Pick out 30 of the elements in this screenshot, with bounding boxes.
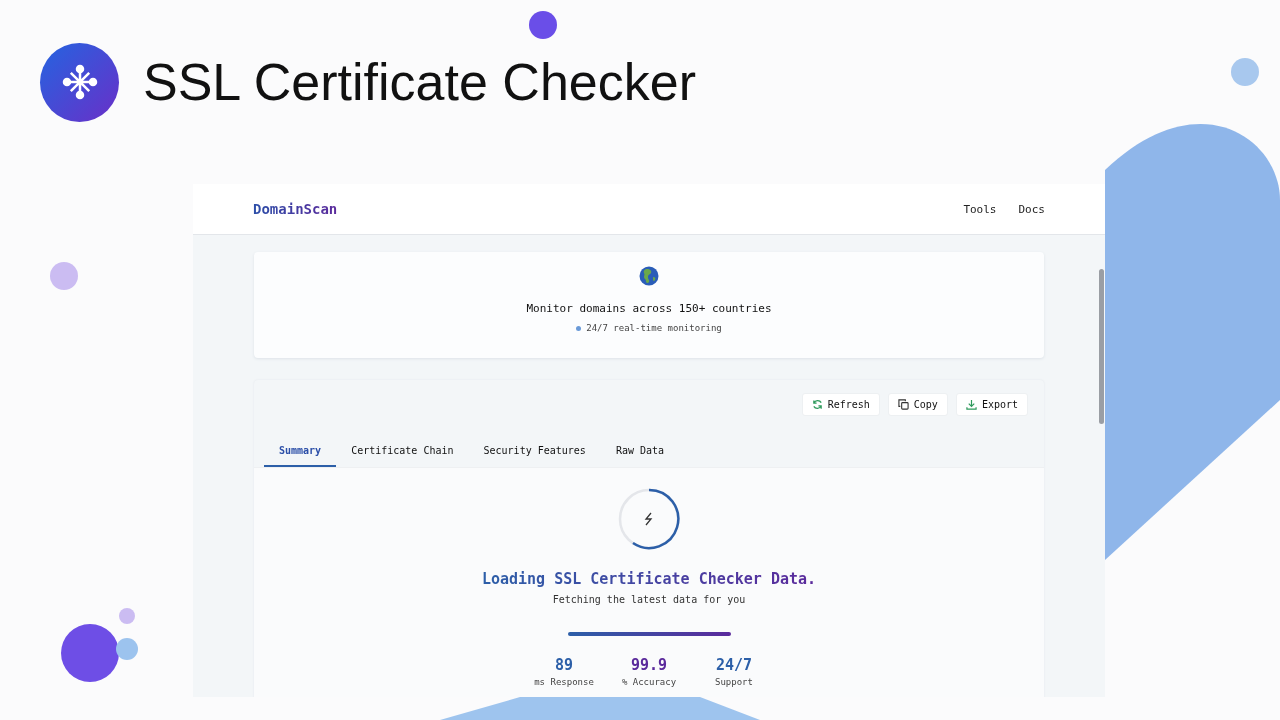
banner-note: 24/7 real-time monitoring [586, 323, 722, 333]
tab[interactable]: Raw Data [600, 438, 680, 467]
stat-label: Support [715, 677, 753, 687]
refresh-icon [811, 399, 823, 410]
copy-icon [897, 399, 909, 410]
export-button[interactable]: Export [955, 393, 1028, 416]
globe-icon [639, 266, 659, 286]
tab[interactable]: Certificate Chain [336, 438, 469, 467]
scrollbar-thumb[interactable] [1099, 269, 1104, 424]
stat-label: % Accuracy [621, 677, 677, 687]
banner-headline: Monitor domains across 150+ countries [526, 302, 772, 315]
page-title: SSL Certificate Checker [143, 52, 696, 112]
copy-button[interactable]: Copy [887, 393, 948, 416]
status-dot-icon [576, 325, 582, 331]
tab[interactable]: Security Features [468, 438, 601, 467]
stat-value: 99.9 [630, 656, 668, 674]
decorative-dot [529, 11, 557, 39]
nav-link[interactable]: Tools [963, 202, 997, 216]
asterisk-icon [61, 64, 98, 100]
loading-subtitle: Fetching the latest data for you [552, 594, 746, 605]
site-brand[interactable]: DomainScan [253, 201, 338, 217]
stat-label: ms Response [534, 677, 594, 687]
download-icon [965, 399, 977, 410]
refresh-button[interactable]: Refresh [801, 393, 880, 416]
stat-value: 89 [554, 656, 574, 674]
loading-spinner-drawing [618, 488, 680, 550]
decorative-dot [50, 262, 78, 290]
nav-link[interactable]: Docs [1018, 202, 1045, 216]
decorative-dot [1231, 58, 1259, 86]
stat-value: 24/7 [715, 656, 753, 674]
